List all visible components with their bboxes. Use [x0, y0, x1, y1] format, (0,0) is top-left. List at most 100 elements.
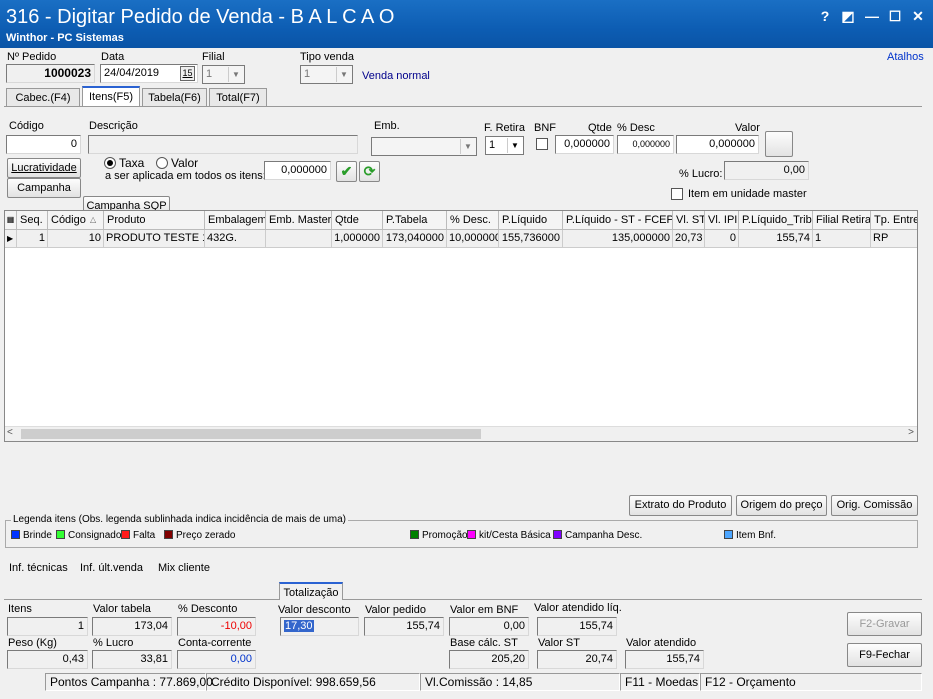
- table-cell[interactable]: 1: [17, 230, 48, 248]
- gravar-button[interactable]: F2-Gravar: [847, 612, 922, 636]
- table-cell[interactable]: 173,040000: [383, 230, 447, 248]
- base-st-field: 205,20: [449, 650, 529, 669]
- table-cell[interactable]: [266, 230, 332, 248]
- restore-icon[interactable]: ◩: [838, 6, 858, 26]
- chevron-down-icon: ▼: [228, 67, 243, 82]
- extrato-button[interactable]: Extrato do Produto: [629, 495, 732, 516]
- orig-comissao-button[interactable]: Orig. Comissão: [831, 495, 918, 516]
- row-indicator-icon: ▶: [5, 230, 17, 248]
- table-cell[interactable]: 155,74: [739, 230, 813, 248]
- chevron-down-icon: ▼: [507, 138, 522, 153]
- col-header-pliquido-st[interactable]: P.Líquido - ST - FCEP: [563, 211, 673, 230]
- mix-cliente-link[interactable]: Mix cliente: [158, 562, 210, 574]
- fechar-button[interactable]: F9-Fechar: [847, 643, 922, 667]
- aplicada-input[interactable]: 0,000000: [264, 161, 331, 180]
- valor-radio[interactable]: [156, 157, 168, 169]
- maximize-icon[interactable]: ☐: [885, 6, 905, 26]
- pedido-field: 1000023: [6, 64, 95, 83]
- tab-tabela[interactable]: Tabela(F6): [142, 88, 207, 107]
- calendar-icon[interactable]: 15: [180, 66, 195, 81]
- lucratividade-button[interactable]: Lucratividade: [7, 158, 81, 178]
- items-grid[interactable]: ▦ Seq. Código △ Produto Embalagem Emb. Ma…: [4, 210, 918, 442]
- item-master-checkbox[interactable]: [671, 188, 683, 200]
- col-header-filial-retira[interactable]: Filial Retira: [813, 211, 871, 230]
- aplicada-label: a ser aplicada em todos os itens:: [105, 170, 266, 182]
- totals-divider: [4, 599, 922, 600]
- atalhos-link[interactable]: Atalhos: [887, 51, 924, 63]
- minimize-icon[interactable]: —: [862, 6, 882, 26]
- taxa-radio[interactable]: [104, 157, 116, 169]
- table-cell[interactable]: 432G.: [205, 230, 266, 248]
- origem-preco-button[interactable]: Origem do preço: [736, 495, 827, 516]
- close-icon[interactable]: ✕: [908, 6, 928, 26]
- col-header-vlipi[interactable]: Vl. IPI: [705, 211, 739, 230]
- table-cell[interactable]: 10: [48, 230, 104, 248]
- confirm-item-button[interactable]: [765, 131, 793, 157]
- scroll-left-icon[interactable]: <: [7, 427, 13, 438]
- col-header-codigo[interactable]: Código △: [48, 211, 104, 230]
- valor-bnf-label: Valor em BNF: [450, 604, 519, 616]
- help-icon[interactable]: ?: [815, 6, 835, 26]
- peso-field: 0,43: [7, 650, 88, 669]
- col-header-pdesc[interactable]: % Desc.: [447, 211, 499, 230]
- col-header-seq[interactable]: Seq.: [17, 211, 48, 230]
- legend-label: Campanha Desc.: [565, 530, 643, 541]
- emb-select[interactable]: ▼: [371, 137, 477, 156]
- legend-label: Falta: [133, 530, 156, 541]
- pdesc-input[interactable]: 0,000000: [617, 135, 674, 154]
- table-cell[interactable]: 0: [705, 230, 739, 248]
- col-header-produto[interactable]: Produto: [104, 211, 205, 230]
- col-header-tp-entrega[interactable]: Tp. Entre: [871, 211, 917, 230]
- data-field[interactable]: 24/04/2019 15: [100, 64, 198, 83]
- data-label: Data: [101, 51, 125, 63]
- valor-label: Valor: [735, 122, 760, 134]
- table-cell[interactable]: 135,000000: [563, 230, 673, 248]
- scrollbar-thumb[interactable]: [21, 429, 481, 439]
- bnf-checkbox[interactable]: [536, 138, 548, 150]
- col-header-ptabela[interactable]: P.Tabela: [383, 211, 447, 230]
- col-header-qtde[interactable]: Qtde: [332, 211, 383, 230]
- scroll-right-icon[interactable]: >: [908, 427, 914, 438]
- table-cell[interactable]: 155,736000: [499, 230, 563, 248]
- f-retira-select[interactable]: 1 ▼: [485, 136, 524, 155]
- status-comissao: Vl.Comissão : 14,85: [420, 673, 620, 691]
- filial-label: Filial: [202, 51, 225, 63]
- lucratividade-label: Lucratividade: [11, 162, 77, 174]
- pedido-label: Nº Pedido: [7, 51, 57, 63]
- table-cell[interactable]: RP: [871, 230, 917, 248]
- status-f12[interactable]: F12 - Orçamento: [700, 673, 922, 691]
- valor-desconto-field[interactable]: 17,30: [280, 617, 359, 636]
- tab-divider: [4, 106, 922, 107]
- table-cell[interactable]: 1: [813, 230, 871, 248]
- col-header-embalagem[interactable]: Embalagem: [205, 211, 266, 230]
- legend-item-kit: kit/Cesta Básica: [467, 530, 551, 542]
- refresh-icon[interactable]: ⟳: [359, 161, 380, 182]
- col-header-pliquido[interactable]: P.Líquido: [499, 211, 563, 230]
- campanha-button[interactable]: Campanha: [7, 178, 81, 198]
- inf-ult-venda-link[interactable]: Inf. últ.venda: [80, 562, 143, 574]
- plucro-label: % Lucro: [93, 637, 134, 649]
- pdesconto-field: -10,00: [177, 617, 256, 636]
- horizontal-scrollbar[interactable]: < >: [5, 426, 917, 441]
- table-cell[interactable]: 10,000000: [447, 230, 499, 248]
- inf-tecnicas-link[interactable]: Inf. técnicas: [9, 562, 68, 574]
- qtde-input[interactable]: 0,000000: [555, 135, 614, 154]
- plucro-field: 33,81: [92, 650, 172, 669]
- valor-atendido-liq-label: Valor atendido líq.: [534, 602, 622, 614]
- tab-total[interactable]: Total(F7): [209, 88, 267, 107]
- col-header-vlst[interactable]: Vl. ST: [673, 211, 705, 230]
- tab-totalizacao[interactable]: Totalização: [279, 582, 343, 600]
- status-f11[interactable]: F11 - Moedas: [620, 673, 700, 691]
- col-header-pliquido-trib[interactable]: P.Líquido_Trib: [739, 211, 813, 230]
- table-cell[interactable]: 20,73: [673, 230, 705, 248]
- tab-cabec[interactable]: Cabec.(F4): [6, 88, 80, 107]
- codigo-input[interactable]: 0: [6, 135, 81, 154]
- table-cell[interactable]: PRODUTO TESTE 10: [104, 230, 205, 248]
- col-header-emb-master[interactable]: Emb. Master: [266, 211, 332, 230]
- legend-swatch: [121, 530, 130, 539]
- valor-input[interactable]: 0,000000: [676, 135, 759, 154]
- table-cell[interactable]: 1,000000: [332, 230, 383, 248]
- apply-check-icon[interactable]: ✔: [336, 161, 357, 182]
- tab-itens[interactable]: Itens(F5): [82, 86, 140, 107]
- base-st-label: Base cálc. ST: [450, 637, 518, 649]
